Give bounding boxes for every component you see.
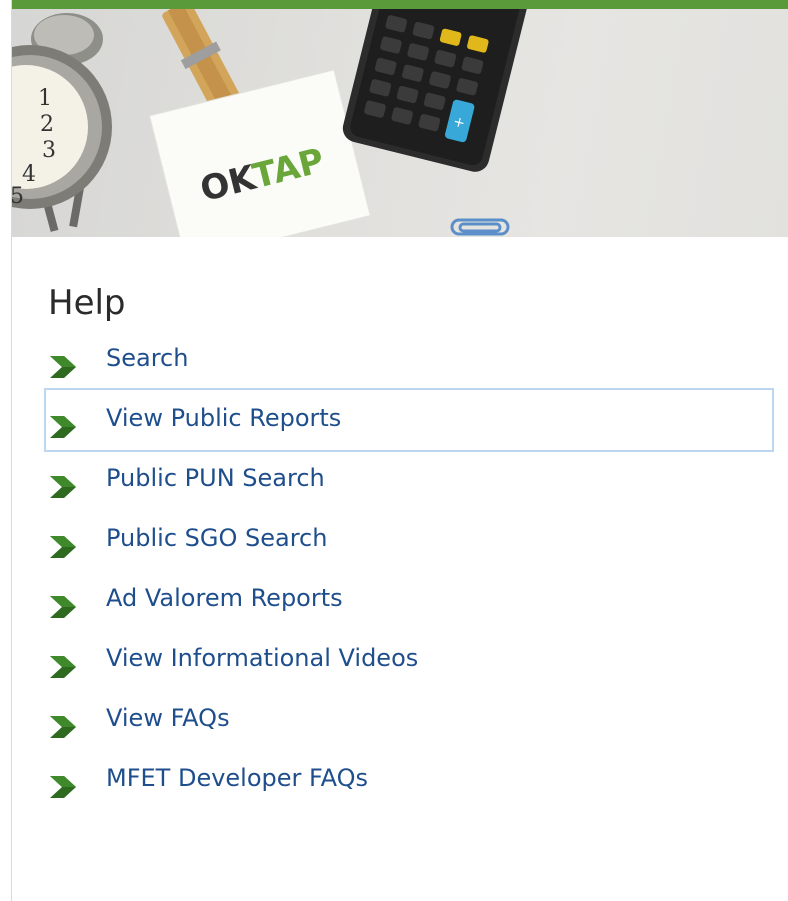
svg-text:4: 4 xyxy=(22,162,36,187)
help-link-public-pun-search[interactable]: Public PUN Search xyxy=(106,464,325,492)
banner-illustration: 1 2 3 4 5 OK TAP + xyxy=(12,9,529,237)
help-item-view-informational-videos[interactable]: View Informational Videos xyxy=(46,630,772,690)
help-links-list: Search View Public Reports Public PUN Se… xyxy=(44,330,774,810)
chevron-right-icon xyxy=(50,536,76,558)
svg-text:5: 5 xyxy=(12,184,24,209)
banner-image: 1 2 3 4 5 OK TAP + xyxy=(12,9,788,237)
chevron-right-icon xyxy=(50,356,76,378)
help-item-view-public-reports[interactable]: View Public Reports xyxy=(44,388,774,452)
chevron-right-icon xyxy=(50,476,76,498)
help-link-mfet-developer-faqs[interactable]: MFET Developer FAQs xyxy=(106,764,368,792)
help-item-public-pun-search[interactable]: Public PUN Search xyxy=(46,450,772,510)
chevron-right-icon xyxy=(50,596,76,618)
help-item-search[interactable]: Search xyxy=(46,330,772,390)
sticky-note: OK TAP xyxy=(148,69,371,237)
help-item-public-sgo-search[interactable]: Public SGO Search xyxy=(46,510,772,570)
paperclip-icon xyxy=(450,218,510,236)
chevron-right-icon xyxy=(50,776,76,798)
help-link-search[interactable]: Search xyxy=(106,344,188,372)
help-item-view-faqs[interactable]: View FAQs xyxy=(46,690,772,750)
calculator-icon: + xyxy=(342,9,529,172)
help-link-view-informational-videos[interactable]: View Informational Videos xyxy=(106,644,418,672)
chevron-right-icon xyxy=(50,416,76,438)
help-panel: 1 2 3 4 5 OK TAP + Help Search View Publ… xyxy=(11,0,788,901)
svg-text:3: 3 xyxy=(42,138,56,163)
help-link-ad-valorem-reports[interactable]: Ad Valorem Reports xyxy=(106,584,343,612)
chevron-right-icon xyxy=(50,656,76,678)
alarm-clock-icon: 1 2 3 4 5 xyxy=(12,13,112,232)
svg-text:2: 2 xyxy=(40,112,54,137)
help-link-public-sgo-search[interactable]: Public SGO Search xyxy=(106,524,327,552)
page-title: Help xyxy=(48,283,126,323)
help-link-view-faqs[interactable]: View FAQs xyxy=(106,704,230,732)
help-item-ad-valorem-reports[interactable]: Ad Valorem Reports xyxy=(46,570,772,630)
accent-bar xyxy=(12,0,788,9)
svg-text:1: 1 xyxy=(38,86,52,111)
help-item-mfet-developer-faqs[interactable]: MFET Developer FAQs xyxy=(46,750,772,810)
chevron-right-icon xyxy=(50,716,76,738)
help-link-view-public-reports[interactable]: View Public Reports xyxy=(106,404,341,432)
